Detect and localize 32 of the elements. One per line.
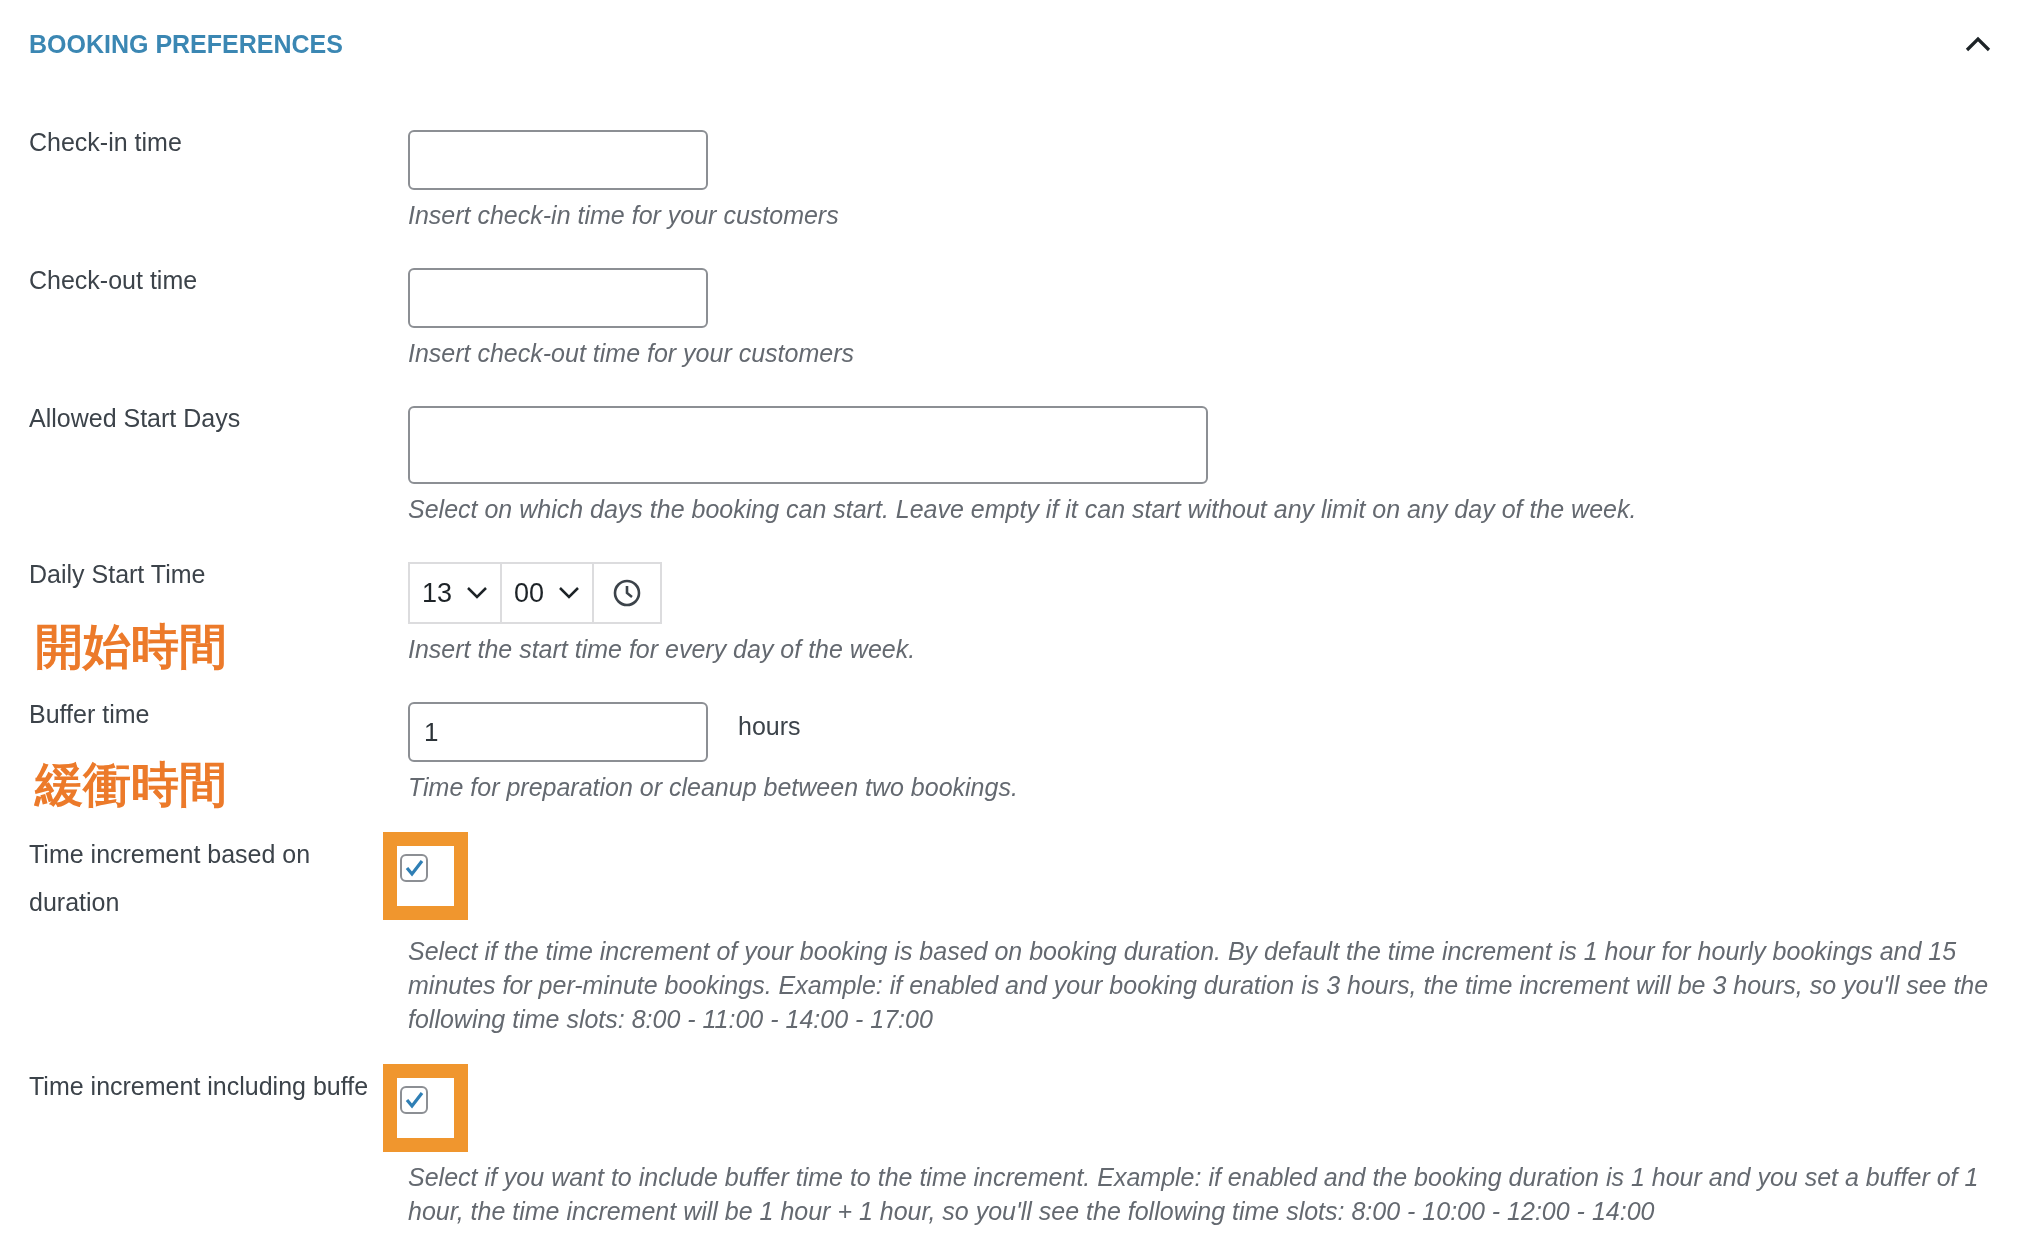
section-title: BOOKING PREFERENCES bbox=[29, 29, 343, 59]
field-label: Check-in time bbox=[29, 127, 183, 158]
field-description: Insert check-out time for your customers bbox=[408, 338, 855, 369]
checkbox[interactable] bbox=[400, 854, 428, 882]
text-field[interactable] bbox=[408, 268, 708, 328]
check-icon bbox=[403, 1089, 425, 1111]
field-description: Time for preparation or cleanup between two bookings. bbox=[408, 772, 1019, 803]
field-description: Insert the start time for every day of the week. bbox=[408, 634, 917, 665]
check-icon bbox=[403, 857, 425, 879]
field-label: Time increment including buffe bbox=[29, 1071, 370, 1102]
field-label: Allowed Start Days bbox=[29, 403, 242, 434]
chevron-down-icon bbox=[466, 586, 489, 600]
unit-label: hours bbox=[738, 712, 801, 741]
field-description: Select if the time increment of your booking is based on booking duration. By default the time increment is 1 hour for hourly bookings and 15 minutes for per-minute bookings. Example: if enabled and your booking duration is 3 hours, the time increment will be 3 hours, so you'll see the following time slots: 8:00 - 11:00 - 14:00 - 17:00 bbox=[408, 936, 1990, 1035]
field-label: Check-out time bbox=[29, 265, 199, 296]
chevron-up-icon[interactable] bbox=[1964, 35, 1992, 53]
text-field[interactable] bbox=[408, 130, 708, 190]
field-description: Select on which days the booking can start. Leave empty if it can start without any limit on any day of the week. bbox=[408, 494, 1638, 525]
annotation-text: 緩衝時間 bbox=[35, 760, 228, 808]
checkbox[interactable] bbox=[400, 1086, 428, 1114]
minute-select[interactable]: 00 bbox=[502, 564, 595, 622]
field-label: Buffer time bbox=[29, 699, 151, 730]
clock-icon[interactable] bbox=[612, 578, 643, 608]
field-description: Insert check-in time for your customers bbox=[408, 200, 840, 231]
days-field[interactable] bbox=[408, 406, 1208, 484]
hour-select[interactable]: 13 bbox=[410, 564, 503, 622]
field-description: Select if you want to include buffer time to the time increment. Example: if enabled and the booking duration is 1 hour and you set a buffer of 1 hour, the time increment will be 1 hour + 1 hour, so you'll see the following time slots: 8:00 - 10:00 - 12:00 - 14:00 bbox=[408, 1162, 1980, 1227]
annotation-text: 開始時間 bbox=[35, 622, 228, 670]
chevron-down-icon bbox=[558, 586, 581, 600]
field-label: Daily Start Time bbox=[29, 559, 207, 590]
field-label: Time increment based on duration bbox=[29, 839, 312, 918]
number-field[interactable]: 1 bbox=[408, 702, 708, 762]
